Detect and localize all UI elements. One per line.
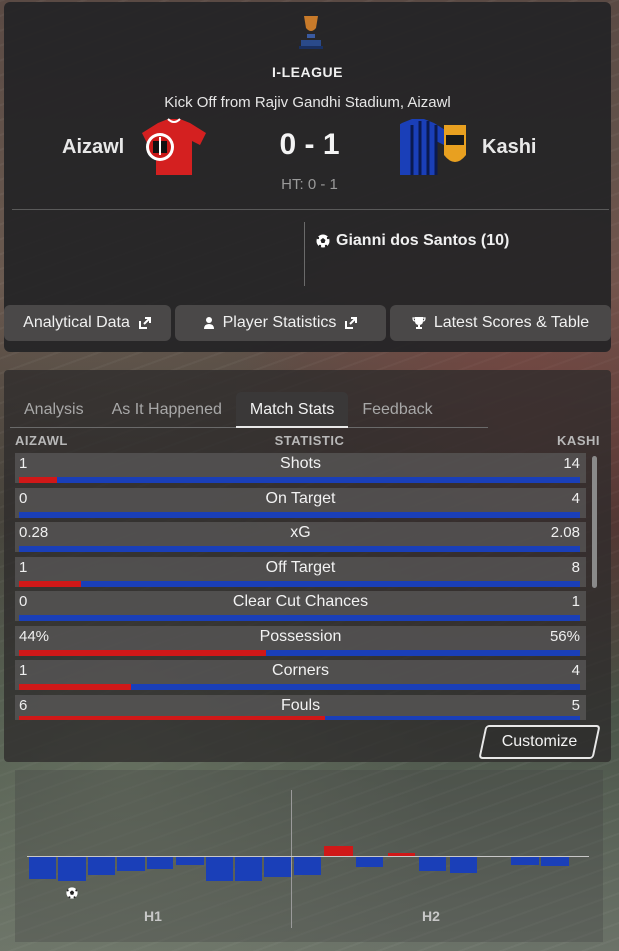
- away-stat-value: 1: [571, 593, 580, 610]
- stat-row-on-target: On Target 0 4: [15, 488, 586, 518]
- stat-comparison-bar: [19, 512, 580, 518]
- stat-label: On Target: [265, 490, 336, 507]
- momentum-bar: [324, 846, 353, 856]
- person-icon: [203, 316, 215, 330]
- goal-scorer-name: Gianni dos Santos (10): [336, 232, 510, 249]
- stat-label: Corners: [272, 662, 329, 679]
- external-link-icon: [138, 316, 152, 330]
- away-team-name[interactable]: Kashi: [482, 136, 536, 159]
- scorer-divider: [304, 222, 305, 286]
- statistic-column-header: STATISTIC: [274, 433, 345, 448]
- stat-label: Fouls: [280, 697, 321, 714]
- away-kit-icon: [400, 119, 466, 175]
- customize-label: Customize: [501, 733, 578, 750]
- tab-analysis[interactable]: Analysis: [10, 392, 98, 428]
- stat-row-shots: Shots 1 14: [15, 453, 586, 483]
- home-share-fill: [19, 716, 325, 720]
- stat-row-corners: Corners 1 4: [15, 660, 586, 690]
- stat-comparison-bar: [19, 615, 580, 621]
- stat-comparison-bar: [19, 684, 580, 690]
- away-stat-value: 8: [571, 559, 580, 576]
- stat-label: Possession: [259, 628, 342, 645]
- stat-row-xg: xG 0.28 2.08: [15, 522, 586, 552]
- latest-scores-button[interactable]: Latest Scores & Table: [390, 305, 611, 341]
- home-column-header: AIZAWL: [15, 433, 68, 448]
- player-statistics-button[interactable]: Player Statistics: [175, 305, 386, 341]
- stat-comparison-bar: [19, 716, 580, 720]
- stat-label: Shots: [280, 455, 321, 472]
- stats-scrollbar[interactable]: [592, 456, 597, 588]
- stat-comparison-bar: [19, 581, 580, 587]
- momentum-bar: [206, 857, 233, 881]
- customize-button[interactable]: Customize: [478, 725, 601, 759]
- home-share-fill: [19, 581, 82, 587]
- away-stat-value: 56%: [549, 628, 580, 645]
- second-half-label: H2: [422, 908, 440, 924]
- football-icon: [316, 234, 330, 248]
- goal-scorer[interactable]: Gianni dos Santos (10): [316, 232, 509, 250]
- away-stat-value: 4: [571, 662, 580, 679]
- momentum-bar: [541, 857, 569, 866]
- away-column-header: KASHI: [557, 433, 600, 448]
- away-stat-value: 2.08: [550, 524, 580, 541]
- home-stat-value: 0: [19, 593, 28, 610]
- home-stat-value: 1: [19, 559, 28, 576]
- analytical-data-button[interactable]: Analytical Data: [4, 305, 171, 341]
- trophy-icon: [412, 316, 426, 330]
- first-half-label: H1: [144, 908, 162, 924]
- home-stat-value: 1: [19, 662, 28, 679]
- half-time-divider: [291, 790, 292, 928]
- momentum-bar: [235, 857, 262, 881]
- away-stat-value: 14: [563, 455, 580, 472]
- momentum-bar: [88, 857, 115, 875]
- momentum-bar: [419, 857, 446, 871]
- stat-label: Off Target: [265, 559, 336, 576]
- home-share-fill: [19, 684, 132, 690]
- home-stat-value: 44%: [19, 628, 50, 645]
- stat-row-possession: Possession 44% 56%: [15, 626, 586, 656]
- momentum-bar: [356, 857, 383, 867]
- stat-row-off-target: Off Target 1 8: [15, 557, 586, 587]
- league-trophy-icon: [299, 16, 323, 49]
- home-share-fill: [19, 650, 266, 656]
- home-share-fill: [19, 477, 57, 483]
- football-icon[interactable]: [66, 887, 78, 899]
- momentum-bar: [264, 857, 291, 877]
- momentum-bar: [58, 857, 86, 881]
- header-divider: [12, 209, 609, 210]
- stat-row-clear-cut-chances: Clear Cut Chances 0 1: [15, 591, 586, 621]
- stat-label: Clear Cut Chances: [232, 593, 369, 610]
- external-link-icon: [344, 316, 358, 330]
- home-stat-value: 1: [19, 455, 28, 472]
- momentum-bar: [29, 857, 56, 879]
- momentum-bar: [117, 857, 145, 871]
- latest-scores-label: Latest Scores & Table: [433, 314, 590, 331]
- stat-comparison-bar: [19, 546, 580, 552]
- momentum-bar: [388, 853, 415, 856]
- tab-feedback[interactable]: Feedback: [348, 392, 446, 428]
- half-time-score: HT: 0 - 1: [281, 176, 338, 193]
- momentum-bar: [147, 857, 173, 869]
- stat-comparison-bar: [19, 650, 580, 656]
- stats-tab-bar: Analysis As It Happened Match Stats Feed…: [10, 392, 488, 428]
- stat-comparison-bar: [19, 477, 580, 483]
- stat-label: xG: [290, 524, 311, 541]
- momentum-bar: [511, 857, 539, 865]
- momentum-bar: [294, 857, 321, 875]
- player-statistics-label: Player Statistics: [222, 314, 337, 331]
- tab-as-it-happened[interactable]: As It Happened: [98, 392, 236, 428]
- home-stat-value: 0.28: [19, 524, 49, 541]
- kickoff-venue: Kick Off from Rajiv Gandhi Stadium, Aiza…: [164, 94, 451, 111]
- home-stat-value: 6: [19, 697, 28, 714]
- tab-match-stats[interactable]: Match Stats: [235, 392, 349, 428]
- home-stat-value: 0: [19, 490, 28, 507]
- momentum-bar: [450, 857, 477, 873]
- away-stat-value: 4: [571, 490, 580, 507]
- stat-row-fouls: Fouls 6 5: [15, 695, 586, 720]
- analytical-data-label: Analytical Data: [23, 314, 130, 331]
- momentum-bar: [176, 857, 204, 865]
- league-name: I-LEAGUE: [272, 64, 343, 80]
- away-stat-value: 5: [571, 697, 580, 714]
